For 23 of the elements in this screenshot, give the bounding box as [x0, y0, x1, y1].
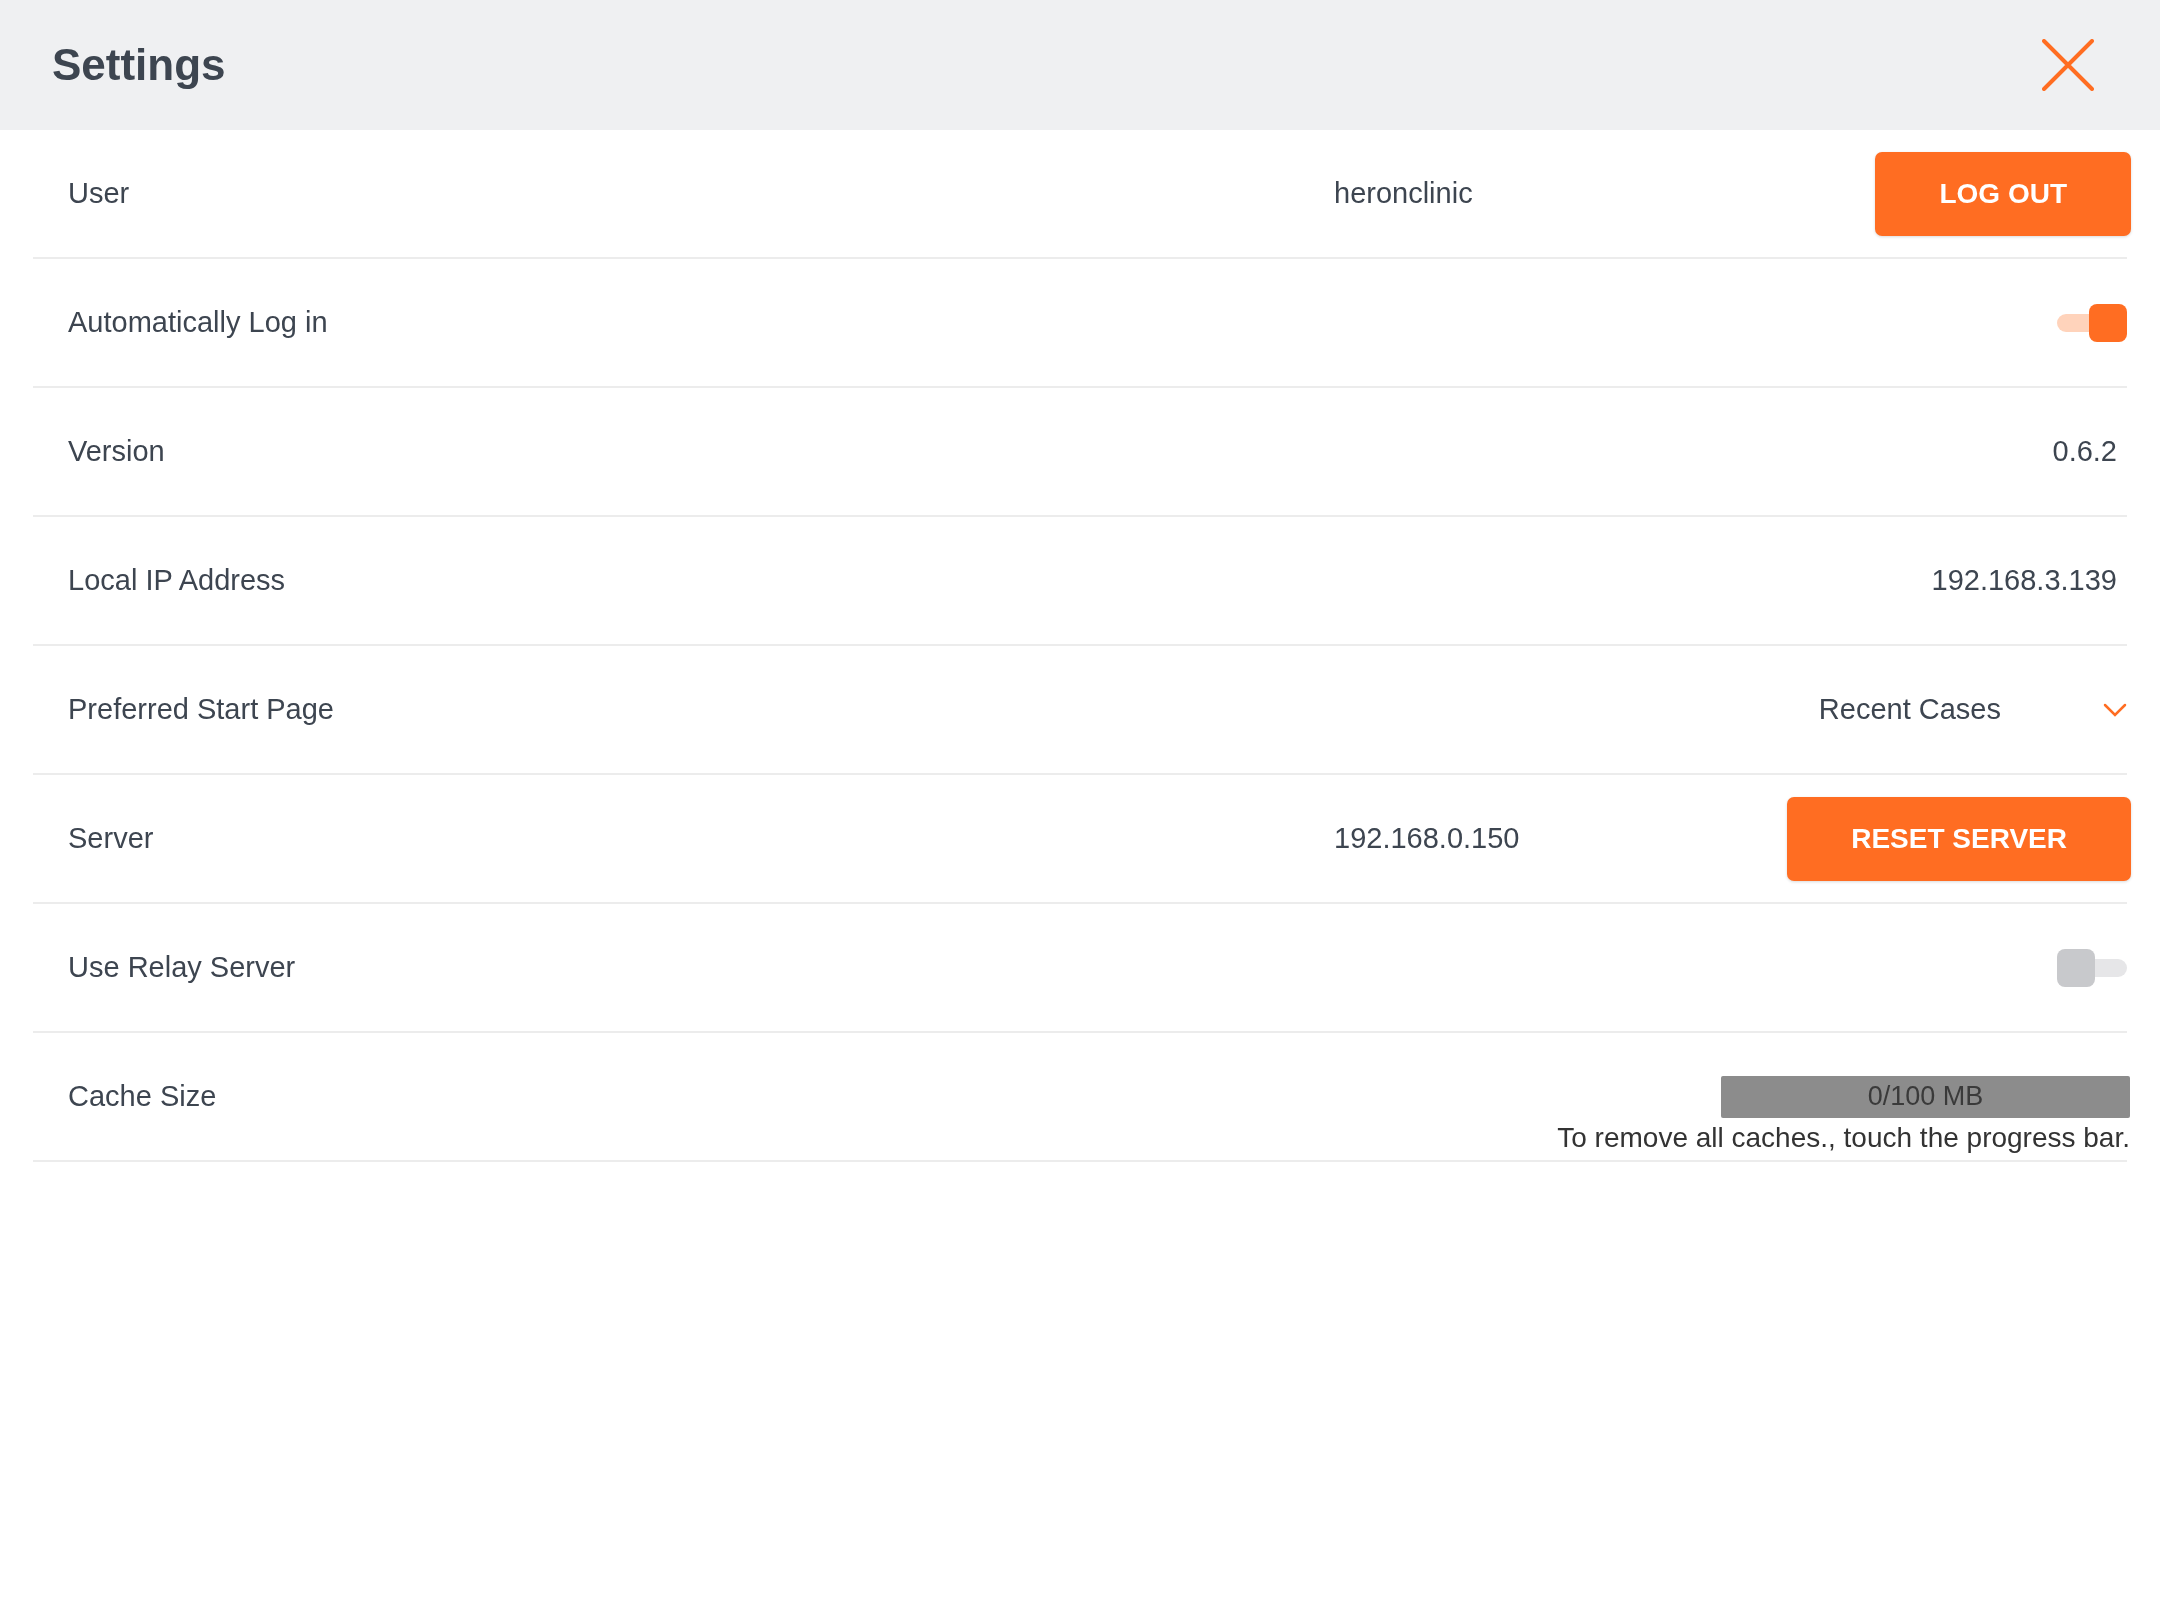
setting-value: 192.168.3.139 — [1931, 564, 2118, 597]
cache-reading: 0/100 MB — [1867, 1081, 1984, 1112]
setting-label: Cache Size — [68, 1080, 218, 1113]
setting-value: heronclinic — [1334, 177, 1474, 210]
setting-label: Preferred Start Page — [68, 693, 335, 726]
setting-label: User — [68, 177, 131, 210]
setting-label: Server — [68, 822, 155, 855]
cache-hint: To remove all caches., touch the progress bar. — [1557, 1121, 2130, 1154]
toggle-switch[interactable] — [2057, 302, 2127, 343]
setting-label: Automatically Log in — [68, 306, 329, 339]
setting-label: Version — [68, 435, 166, 468]
action-button[interactable]: LOG OUT — [1875, 151, 2131, 236]
cache-progress-bar[interactable]: 0/100 MB — [1721, 1075, 2130, 1118]
chevron-down-icon[interactable] — [2103, 702, 2127, 717]
dropdown-value[interactable]: Recent Cases — [1818, 693, 2001, 726]
toggle-switch[interactable] — [2057, 947, 2127, 988]
action-button[interactable]: RESET SERVER — [1787, 796, 2131, 881]
setting-label: Local IP Address — [68, 564, 287, 597]
setting-value: 192.168.0.150 — [1334, 822, 1521, 855]
setting-value: 0.6.2 — [2052, 435, 2118, 468]
setting-label: Use Relay Server — [68, 951, 297, 984]
close-icon[interactable] — [2042, 39, 2094, 91]
settings-title: Settings — [52, 40, 226, 90]
